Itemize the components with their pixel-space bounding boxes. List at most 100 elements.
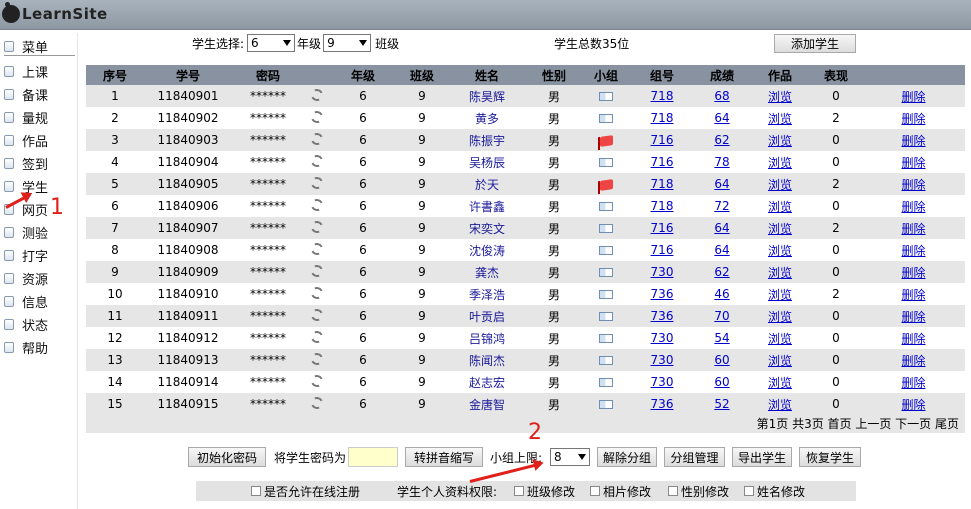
group-number-cell[interactable]: 718	[630, 195, 694, 217]
works-cell[interactable]: 浏览	[750, 327, 810, 349]
refresh-icon[interactable]	[309, 152, 325, 169]
init-password-button[interactable]: 初始化密码	[188, 447, 266, 467]
works-cell[interactable]: 浏览	[750, 85, 810, 107]
view-works-link[interactable]: 浏览	[768, 222, 792, 236]
card-icon[interactable]	[599, 400, 613, 409]
score-link[interactable]: 46	[714, 287, 729, 301]
group-number-cell[interactable]: 716	[630, 239, 694, 261]
score-cell[interactable]: 54	[694, 327, 750, 349]
card-icon[interactable]	[599, 202, 613, 211]
student-name[interactable]: 陈闻杰	[469, 354, 505, 368]
group-cell[interactable]	[582, 261, 630, 283]
flag-icon[interactable]	[599, 134, 613, 147]
card-icon[interactable]	[599, 290, 613, 299]
gender-edit-checkbox[interactable]	[668, 486, 678, 496]
refresh-icon[interactable]	[309, 174, 325, 191]
name-edit-option[interactable]: 姓名修改	[744, 483, 805, 499]
student-name[interactable]: 黄多	[475, 112, 499, 126]
delete-link[interactable]: 删除	[901, 222, 925, 236]
score-link[interactable]: 70	[714, 309, 729, 323]
group-cell[interactable]	[582, 327, 630, 349]
group-cell[interactable]	[582, 349, 630, 371]
group-number-link[interactable]: 716	[651, 155, 674, 169]
name-edit-checkbox[interactable]	[744, 486, 754, 496]
sidebar-item-typing[interactable]: 打字	[4, 245, 48, 265]
view-works-link[interactable]: 浏览	[768, 266, 792, 280]
delete-link[interactable]: 删除	[901, 332, 925, 346]
group-cell[interactable]	[582, 107, 630, 129]
score-link[interactable]: 64	[714, 177, 729, 191]
group-number-link[interactable]: 736	[651, 309, 674, 323]
score-link[interactable]: 60	[714, 353, 729, 367]
group-manage-button[interactable]: 分组管理	[664, 447, 725, 467]
group-number-cell[interactable]: 716	[630, 151, 694, 173]
works-cell[interactable]: 浏览	[750, 129, 810, 151]
name-cell[interactable]: 吕锦鸿	[448, 327, 526, 349]
delete-link[interactable]: 删除	[901, 354, 925, 368]
password-input[interactable]	[348, 447, 398, 467]
card-icon[interactable]	[599, 114, 613, 123]
reset-password-cell[interactable]	[304, 85, 330, 107]
reset-password-cell[interactable]	[304, 195, 330, 217]
score-link[interactable]: 72	[714, 199, 729, 213]
delete-cell[interactable]: 删除	[862, 129, 965, 151]
group-cell[interactable]	[582, 129, 630, 151]
delete-cell[interactable]: 删除	[862, 305, 965, 327]
student-name[interactable]: 叶贡启	[469, 310, 505, 324]
delete-cell[interactable]: 删除	[862, 217, 965, 239]
sidebar-item-prep[interactable]: 备课	[4, 84, 48, 104]
works-cell[interactable]: 浏览	[750, 393, 810, 415]
group-number-link[interactable]: 736	[651, 287, 674, 301]
group-number-link[interactable]: 730	[651, 353, 674, 367]
delete-link[interactable]: 删除	[901, 178, 925, 192]
delete-cell[interactable]: 删除	[862, 283, 965, 305]
score-link[interactable]: 64	[714, 243, 729, 257]
student-name[interactable]: 龚杰	[475, 266, 499, 280]
card-icon[interactable]	[599, 158, 613, 167]
refresh-icon[interactable]	[309, 350, 325, 367]
pagination-text[interactable]: 第1页 共3页 首页 上一页 下一页 尾页	[757, 415, 959, 432]
reset-password-cell[interactable]	[304, 129, 330, 151]
reset-password-cell[interactable]	[304, 349, 330, 371]
delete-cell[interactable]: 删除	[862, 173, 965, 195]
delete-cell[interactable]: 删除	[862, 261, 965, 283]
name-cell[interactable]: 陈振宇	[448, 129, 526, 151]
refresh-icon[interactable]	[309, 218, 325, 235]
refresh-icon[interactable]	[309, 262, 325, 279]
refresh-icon[interactable]	[309, 130, 325, 147]
score-cell[interactable]: 60	[694, 371, 750, 393]
score-link[interactable]: 68	[714, 89, 729, 103]
score-link[interactable]: 52	[714, 397, 729, 411]
refresh-icon[interactable]	[309, 394, 325, 411]
restore-student-button[interactable]: 恢复学生	[799, 447, 861, 467]
view-works-link[interactable]: 浏览	[768, 112, 792, 126]
student-name[interactable]: 沈俊涛	[469, 244, 505, 258]
group-cell[interactable]	[582, 393, 630, 415]
reset-password-cell[interactable]	[304, 393, 330, 415]
card-icon[interactable]	[599, 92, 613, 101]
works-cell[interactable]: 浏览	[750, 107, 810, 129]
card-icon[interactable]	[599, 378, 613, 387]
name-cell[interactable]: 於天	[448, 173, 526, 195]
score-cell[interactable]: 68	[694, 85, 750, 107]
refresh-icon[interactable]	[309, 86, 325, 103]
group-number-cell[interactable]: 730	[630, 349, 694, 371]
dissolve-group-button[interactable]: 解除分组	[597, 447, 657, 467]
delete-link[interactable]: 删除	[901, 398, 925, 412]
score-link[interactable]: 54	[714, 331, 729, 345]
group-number-cell[interactable]: 730	[630, 261, 694, 283]
view-works-link[interactable]: 浏览	[768, 134, 792, 148]
group-cell[interactable]	[582, 371, 630, 393]
view-works-link[interactable]: 浏览	[768, 332, 792, 346]
name-cell[interactable]: 叶贡启	[448, 305, 526, 327]
reset-password-cell[interactable]	[304, 107, 330, 129]
sidebar-item-works[interactable]: 作品	[4, 130, 48, 150]
card-icon[interactable]	[599, 356, 613, 365]
view-works-link[interactable]: 浏览	[768, 200, 792, 214]
delete-cell[interactable]: 删除	[862, 195, 965, 217]
delete-link[interactable]: 删除	[901, 90, 925, 104]
refresh-icon[interactable]	[309, 306, 325, 323]
works-cell[interactable]: 浏览	[750, 283, 810, 305]
delete-cell[interactable]: 删除	[862, 327, 965, 349]
student-name[interactable]: 陈昊辉	[469, 90, 505, 104]
